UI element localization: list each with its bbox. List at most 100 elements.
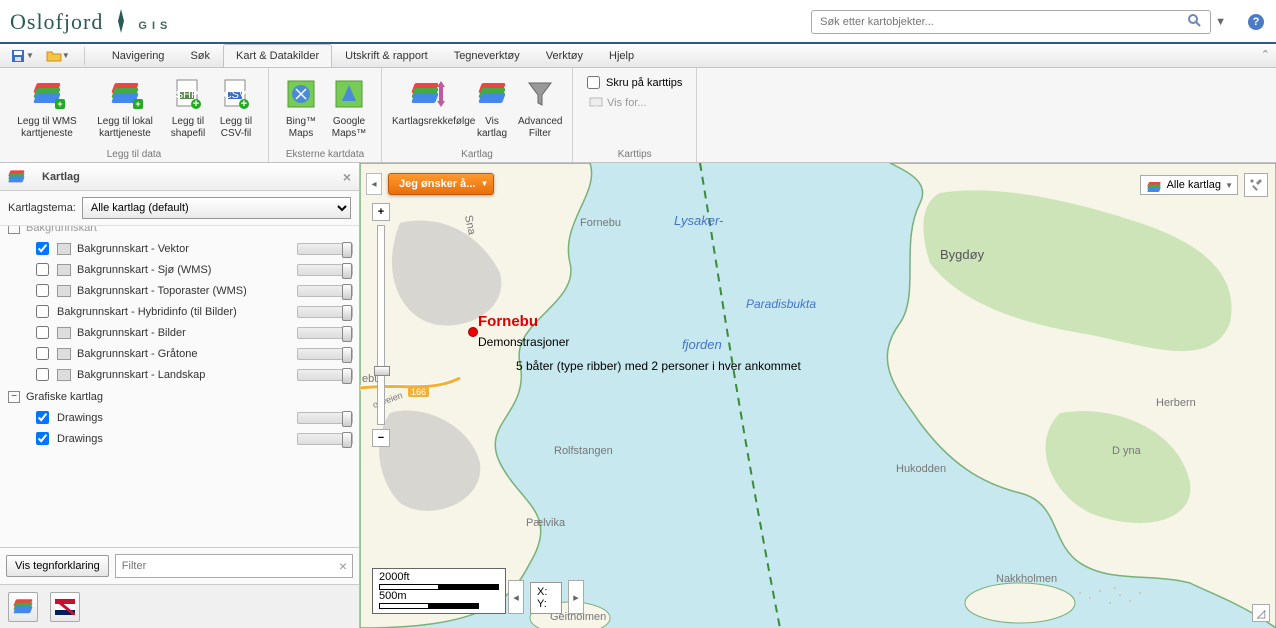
- map-marker[interactable]: [468, 327, 478, 337]
- advanced-filter-button[interactable]: Advanced Filter: [516, 72, 564, 142]
- overview-toggle-icon[interactable]: ◿: [1252, 604, 1270, 622]
- karttips-checkbox-row[interactable]: Skru på karttips: [581, 72, 688, 93]
- layer-panel: Kartlag × Kartlagstema: Alle kartlag (de…: [0, 163, 360, 628]
- ribbon-toolbar: + Legg til WMS karttjeneste + Legg til l…: [0, 68, 1276, 163]
- opacity-slider[interactable]: [297, 327, 353, 339]
- ribbon-group-label: Karttips: [581, 149, 688, 160]
- add-csv-button[interactable]: CSV+ Legg til CSV-fil: [212, 72, 260, 142]
- theme-select[interactable]: Alle kartlag (default): [82, 197, 351, 219]
- tree-group-bg[interactable]: Bakgrunnskart: [6, 226, 353, 238]
- tab-navigering[interactable]: Navigering: [99, 44, 178, 67]
- coordinate-display: X: Y:: [530, 582, 562, 614]
- bing-maps-button[interactable]: Bing™ Maps: [277, 72, 325, 142]
- water-label: fjorden: [682, 337, 722, 352]
- place-label: Rolfstangen: [554, 445, 613, 457]
- layer-label: Bakgrunnskart - Toporaster (WMS): [77, 285, 291, 297]
- layer-tree[interactable]: Bakgrunnskart Bakgrunnskart - Vektor Bakg…: [0, 226, 359, 547]
- layer-checkbox[interactable]: [36, 263, 49, 276]
- tree-group-gfx[interactable]: − Grafiske kartlag: [6, 387, 353, 407]
- layer-checkbox[interactable]: [36, 368, 49, 381]
- ribbon-group-karttips: Skru på karttips Vis for... Karttips: [573, 68, 697, 162]
- opacity-slider[interactable]: [297, 264, 353, 276]
- scale-bar: 2000ft 500m: [372, 568, 506, 614]
- layer-checkbox[interactable]: [36, 305, 49, 318]
- panel-collapse-arrow-icon[interactable]: ◂: [366, 173, 382, 195]
- zoom-slider-thumb[interactable]: [374, 366, 390, 376]
- tab-kart-datakilder[interactable]: Kart & Datakilder: [223, 44, 332, 67]
- marker-title: Fornebu: [478, 313, 538, 330]
- layer-checkbox[interactable]: [36, 284, 49, 297]
- opacity-slider[interactable]: [297, 412, 353, 424]
- marker-description: 5 båter (type ribber) med 2 personer i h…: [516, 359, 801, 373]
- zoom-control: + −: [370, 203, 392, 463]
- layers-tool-icon[interactable]: [8, 592, 38, 622]
- karttips-checkbox[interactable]: [587, 76, 600, 89]
- opacity-slider[interactable]: [297, 243, 353, 255]
- theme-label: Kartlagstema:: [8, 202, 76, 214]
- layer-checkbox[interactable]: [36, 242, 49, 255]
- place-label: D yna: [1112, 445, 1141, 457]
- clear-filter-icon[interactable]: ×: [339, 558, 347, 574]
- help-icon[interactable]: ?: [1248, 14, 1264, 30]
- place-label: Fornebu: [580, 217, 621, 229]
- ribbon-group-kartlag: Kartlagsrekkefølge Vis kartlag Advanced …: [382, 68, 573, 162]
- tab-utskrift[interactable]: Utskrift & rapport: [332, 44, 441, 67]
- tab-sok[interactable]: Søk: [177, 44, 223, 67]
- layer-checkbox[interactable]: [36, 326, 49, 339]
- all-layers-dropdown[interactable]: Alle kartlag: [1140, 175, 1238, 195]
- panel-footer: Vis tegnforklaring ×: [0, 547, 359, 584]
- collapse-icon[interactable]: [8, 226, 20, 234]
- layer-filter-input[interactable]: [115, 554, 353, 578]
- search-dropdown[interactable]: ▼: [1215, 16, 1226, 28]
- layer-swatch-icon: [57, 369, 71, 381]
- top-bar: Oslofjord G I S ▼ ?: [0, 0, 1276, 44]
- layer-checkbox[interactable]: [36, 347, 49, 360]
- vis-for-link[interactable]: Vis for...: [581, 93, 655, 113]
- ribbon-group-eksterne: Bing™ Maps Google Maps™ Eksterne kartdat…: [269, 68, 382, 162]
- legend-button[interactable]: Vis tegnforklaring: [6, 555, 109, 577]
- layer-order-button[interactable]: Kartlagsrekkefølge: [390, 72, 468, 142]
- add-wms-service-button[interactable]: + Legg til WMS karttjeneste: [8, 72, 86, 142]
- tools-icon[interactable]: [1244, 173, 1268, 197]
- add-local-service-button[interactable]: + Legg til lokal karttjeneste: [86, 72, 164, 142]
- panel-close-icon[interactable]: ×: [343, 169, 351, 185]
- tab-verktoy[interactable]: Verktøy: [533, 44, 596, 67]
- flag-tool-icon[interactable]: [50, 592, 80, 622]
- zoom-out-button[interactable]: −: [372, 429, 390, 447]
- place-label: Bygdøy: [940, 247, 984, 262]
- opacity-slider[interactable]: [297, 433, 353, 445]
- opacity-slider[interactable]: [297, 306, 353, 318]
- scale-next-icon[interactable]: ▸: [568, 580, 584, 614]
- google-maps-button[interactable]: Google Maps™: [325, 72, 373, 142]
- add-shapefile-button[interactable]: SHP+ Legg til shapefil: [164, 72, 212, 142]
- opacity-slider[interactable]: [297, 369, 353, 381]
- collapse-icon[interactable]: −: [8, 391, 20, 403]
- svg-text:+: +: [241, 98, 247, 110]
- road-shield: 166: [408, 387, 429, 397]
- search-button[interactable]: [1185, 12, 1205, 32]
- karttips-checkbox-label: Skru på karttips: [606, 77, 682, 89]
- layer-label: Bakgrunnskart - Landskap: [77, 369, 291, 381]
- opacity-slider[interactable]: [297, 285, 353, 297]
- scale-prev-icon[interactable]: ◂: [508, 580, 524, 614]
- layer-swatch-icon: [57, 264, 71, 276]
- opacity-slider[interactable]: [297, 348, 353, 360]
- save-icon[interactable]: ▼: [6, 46, 38, 66]
- search-input[interactable]: [811, 10, 1211, 34]
- layer-label: Bakgrunnskart - Vektor: [77, 243, 291, 255]
- map-svg: [360, 163, 1276, 628]
- show-layers-button[interactable]: Vis kartlag: [468, 72, 516, 142]
- zoom-slider-track[interactable]: [377, 225, 385, 425]
- i-want-to-button[interactable]: Jeg ønsker å...: [388, 173, 494, 195]
- tab-tegneverktoy[interactable]: Tegneverktøy: [441, 44, 533, 67]
- global-search: ▼: [811, 10, 1226, 34]
- layer-checkbox[interactable]: [36, 432, 49, 445]
- zoom-in-button[interactable]: +: [372, 203, 390, 221]
- layer-checkbox[interactable]: [36, 411, 49, 424]
- collapse-ribbon-icon[interactable]: ⌃: [1261, 48, 1270, 61]
- panel-title: Kartlag: [42, 171, 80, 183]
- panel-bottom-toolbar: [0, 584, 359, 628]
- tab-hjelp[interactable]: Hjelp: [596, 44, 647, 67]
- map-canvas[interactable]: Fornebu ebu Sna oyveien 166 Lysaker- fjo…: [360, 163, 1276, 628]
- open-folder-icon[interactable]: ▼: [42, 46, 74, 66]
